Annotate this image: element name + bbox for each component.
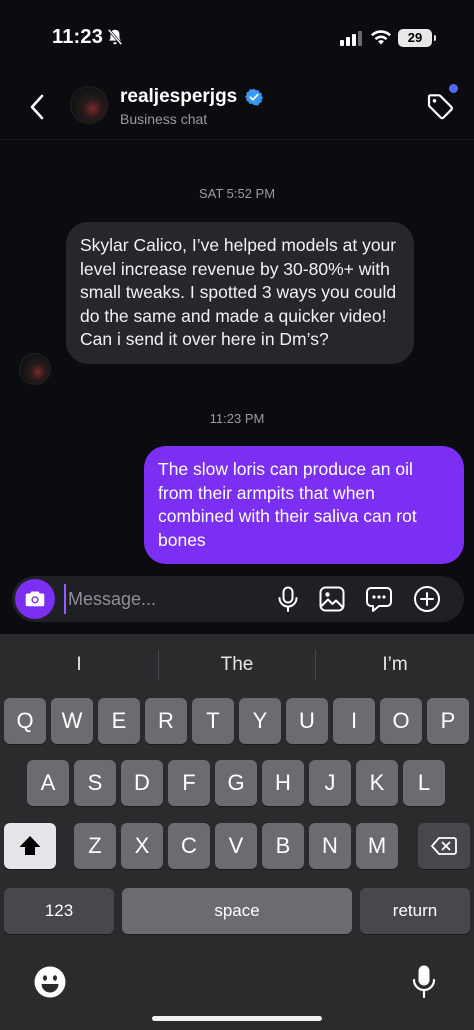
suggestion-1[interactable]: I: [0, 654, 158, 676]
battery-indicator: 29: [398, 29, 436, 47]
key-x[interactable]: X: [121, 823, 163, 869]
gallery-icon[interactable]: [318, 585, 346, 613]
dictation-microphone-icon[interactable]: [410, 964, 438, 1000]
key-s[interactable]: S: [74, 760, 116, 806]
key-g[interactable]: G: [215, 760, 257, 806]
chat-subtitle: Business chat: [120, 111, 208, 127]
outgoing-message-bubble[interactable]: The slow loris can produce an oil from t…: [144, 446, 464, 564]
key-m[interactable]: M: [356, 823, 398, 869]
verified-badge-icon: [245, 88, 263, 106]
key-f[interactable]: F: [168, 760, 210, 806]
keyboard: I The I’m Q W E R T Y U I O P A S D F G …: [0, 634, 474, 1030]
key-o[interactable]: O: [380, 698, 422, 744]
label-tag-icon[interactable]: [424, 90, 456, 122]
timestamp-saturday: SAT 5:52 PM: [198, 186, 276, 201]
key-b[interactable]: B: [262, 823, 304, 869]
key-z[interactable]: Z: [74, 823, 116, 869]
message-input[interactable]: [64, 584, 264, 614]
wifi-icon: [371, 30, 391, 45]
key-y[interactable]: Y: [239, 698, 281, 744]
incoming-message-bubble[interactable]: Skylar Calico, I’ve helped models at you…: [66, 222, 414, 364]
numbers-key[interactable]: 123: [4, 888, 114, 934]
key-r[interactable]: R: [145, 698, 187, 744]
key-h[interactable]: H: [262, 760, 304, 806]
cellular-signal-icon: [340, 31, 362, 46]
backspace-icon: [431, 837, 457, 855]
return-key[interactable]: return: [360, 888, 470, 934]
delete-key[interactable]: [418, 823, 470, 869]
key-d[interactable]: D: [121, 760, 163, 806]
space-key[interactable]: space: [122, 888, 352, 934]
suggestion-bar: I The I’m: [0, 634, 474, 694]
suggestion-2[interactable]: The: [158, 654, 316, 676]
emoji-icon[interactable]: [33, 965, 67, 999]
key-q[interactable]: Q: [4, 698, 46, 744]
home-indicator[interactable]: [152, 1016, 322, 1021]
status-time: 11:23: [52, 26, 104, 48]
microphone-icon[interactable]: [274, 585, 302, 613]
key-a[interactable]: A: [27, 760, 69, 806]
key-j[interactable]: J: [309, 760, 351, 806]
status-bar: 11:23 29: [0, 0, 474, 76]
key-w[interactable]: W: [51, 698, 93, 744]
key-i[interactable]: I: [333, 698, 375, 744]
suggestion-3[interactable]: I’m: [316, 654, 474, 676]
key-c[interactable]: C: [168, 823, 210, 869]
key-u[interactable]: U: [286, 698, 328, 744]
chat-username[interactable]: realjesperjgs: [120, 86, 237, 108]
key-k[interactable]: K: [356, 760, 398, 806]
camera-icon: [25, 591, 45, 607]
add-plus-icon[interactable]: [413, 585, 441, 613]
back-chevron-icon[interactable]: [24, 92, 52, 122]
notification-dot: [449, 84, 458, 93]
key-n[interactable]: N: [309, 823, 351, 869]
key-t[interactable]: T: [192, 698, 234, 744]
message-composer: [12, 576, 464, 622]
chat-header: realjesperjgs Business chat: [0, 76, 474, 140]
key-e[interactable]: E: [98, 698, 140, 744]
avatar[interactable]: [70, 86, 108, 124]
shift-key[interactable]: [4, 823, 56, 869]
timestamp-today: 11:23 PM: [209, 411, 265, 426]
shift-arrow-icon: [19, 836, 41, 855]
sender-avatar[interactable]: [19, 353, 51, 385]
sticker-chat-icon[interactable]: [365, 585, 393, 613]
camera-button[interactable]: [15, 579, 55, 619]
key-p[interactable]: P: [427, 698, 469, 744]
key-l[interactable]: L: [403, 760, 445, 806]
bell-off-icon: [107, 28, 123, 46]
key-v[interactable]: V: [215, 823, 257, 869]
